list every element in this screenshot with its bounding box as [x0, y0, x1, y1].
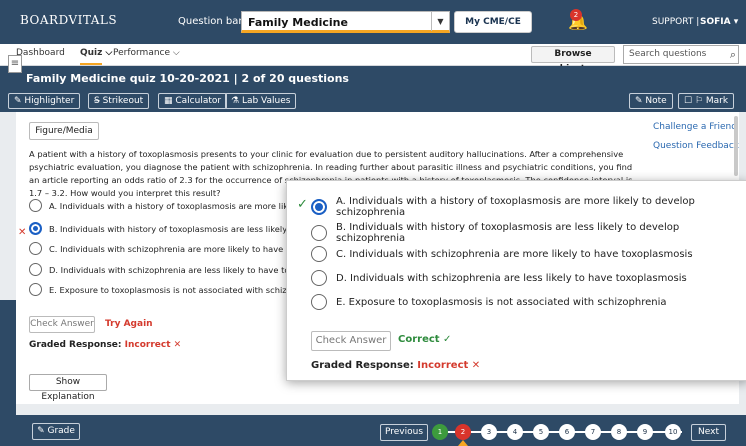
previous-button[interactable]: Previous [380, 424, 428, 441]
zoom-option-b[interactable]: B. Individuals with history of toxoplasm… [311, 222, 746, 244]
incorrect-icon: ✕ [18, 227, 27, 238]
zoom-radio-b[interactable] [311, 225, 327, 241]
nav-quiz[interactable]: Quiz ⌵ [80, 48, 112, 58]
page-9-button[interactable]: 9 [637, 424, 653, 440]
zoom-graded-incorrect: Incorrect ✕ [417, 360, 481, 371]
page-7-button[interactable]: 7 [585, 424, 601, 440]
nav-performance[interactable]: Performance ⌵ [113, 48, 180, 58]
zoom-radio-d[interactable] [311, 270, 327, 286]
page-8-button[interactable]: 8 [611, 424, 627, 440]
menu-icon[interactable]: ≡ [8, 55, 22, 73]
user-menu[interactable]: SOFIA ▾ [700, 17, 738, 27]
answer-option-c[interactable]: C. Individuals with schizophrenia are mo… [29, 242, 321, 255]
zoom-option-e[interactable]: E. Exposure to toxoplasmosis is not asso… [311, 294, 666, 310]
correct-label: Correct ✓ [398, 334, 452, 345]
zoom-option-a[interactable]: A. Individuals with a history of toxopla… [311, 196, 746, 218]
answer-option-a[interactable]: A. Individuals with a history of toxopla… [29, 199, 319, 212]
show-explanation-button[interactable]: Show Explanation [29, 374, 107, 402]
question-feedback-link[interactable]: Question Feedback [653, 141, 739, 151]
mark-button[interactable]: ☐ ⚐ Mark [678, 93, 735, 109]
nav-dashboard[interactable]: Dashboard [16, 48, 65, 58]
support-link[interactable]: SUPPORT | [652, 17, 699, 27]
page-2-button[interactable]: 2 [455, 424, 471, 440]
zoom-option-d[interactable]: D. Individuals with schizophrenia are le… [311, 270, 687, 286]
figure-media-button[interactable]: Figure/Media [29, 122, 99, 140]
zoom-radio-c[interactable] [311, 246, 327, 262]
current-page-caret [458, 440, 468, 446]
boardvitals-logo[interactable]: BOARDVITALS [20, 13, 117, 27]
my-cme-button[interactable]: My CME/CE [454, 11, 532, 33]
radio-b[interactable] [29, 222, 42, 235]
zoom-radio-e[interactable] [311, 294, 327, 310]
page-5-button[interactable]: 5 [533, 424, 549, 440]
radio-d[interactable] [29, 263, 42, 276]
grade-button[interactable]: ✎ Grade [32, 423, 80, 440]
zoom-radio-a[interactable] [311, 199, 327, 215]
check-answer-button[interactable]: Check Answer [29, 316, 95, 333]
browse-subjects-button[interactable]: Browse subjects ▾ [531, 46, 615, 74]
challenge-friend-link[interactable]: Challenge a Friend [653, 122, 739, 132]
side-links: Challenge a Friend Question Feedback [653, 122, 739, 160]
answer-option-e[interactable]: E. Exposure to toxoplasmosis is not asso… [29, 283, 316, 296]
question-bank-select[interactable]: Family Medicine ▼ [241, 11, 450, 33]
top-header: BOARDVITALS Question bank: Family Medici… [0, 0, 746, 44]
graded-incorrect: Incorrect ✕ [124, 340, 182, 350]
active-tab-underline [80, 63, 102, 65]
quiz-title-bar: Family Medicine quiz 10-20-2021 | 2 of 2… [0, 66, 746, 90]
strikeout-button[interactable]: S̶ Strikeout [88, 93, 150, 109]
highlighter-button[interactable]: ✎ Highlighter [8, 93, 81, 109]
try-again-link[interactable]: Try Again [105, 319, 153, 329]
answer-option-d[interactable]: D. Individuals with schizophrenia are le… [29, 263, 316, 276]
question-bank-value: Family Medicine [248, 16, 348, 29]
scrollbar[interactable] [734, 116, 738, 176]
page-4-button[interactable]: 4 [507, 424, 523, 440]
zoom-check-answer-button[interactable]: Check Answer [311, 331, 391, 351]
left-decoration [0, 300, 16, 415]
lab-values-button[interactable]: ⚗ Lab Values [225, 93, 297, 109]
page-6-button[interactable]: 6 [559, 424, 575, 440]
correct-check-icon: ✓ [297, 197, 308, 212]
search-input[interactable]: Search questions ⌕ [623, 45, 739, 64]
radio-c[interactable] [29, 242, 42, 255]
page-1-button[interactable]: 1 [432, 424, 448, 440]
next-button[interactable]: Next [691, 424, 726, 441]
notification-badge: 2 [570, 9, 582, 21]
page-3-button[interactable]: 3 [481, 424, 497, 440]
search-placeholder: Search questions [629, 49, 707, 59]
answer-option-b[interactable]: B. Individuals with history of toxoplasm… [29, 222, 316, 235]
chevron-down-icon[interactable]: ▼ [431, 12, 449, 31]
page-10-button[interactable]: 10 [665, 424, 681, 440]
zoom-graded-response: Graded Response: Incorrect ✕ [311, 360, 481, 371]
toolbar: ✎ Highlighter S̶ Strikeout ▦ Calculator … [0, 90, 746, 112]
graded-response: Graded Response: Incorrect ✕ [29, 340, 182, 350]
calculator-button[interactable]: ▦ Calculator [158, 93, 228, 109]
note-button[interactable]: ✎ Note [629, 93, 673, 109]
radio-e[interactable] [29, 283, 42, 296]
radio-a[interactable] [29, 199, 42, 212]
search-icon[interactable]: ⌕ [730, 48, 736, 62]
quiz-title: Family Medicine quiz 10-20-2021 | 2 of 2… [26, 72, 349, 85]
zoom-option-c[interactable]: C. Individuals with schizophrenia are mo… [311, 246, 693, 262]
